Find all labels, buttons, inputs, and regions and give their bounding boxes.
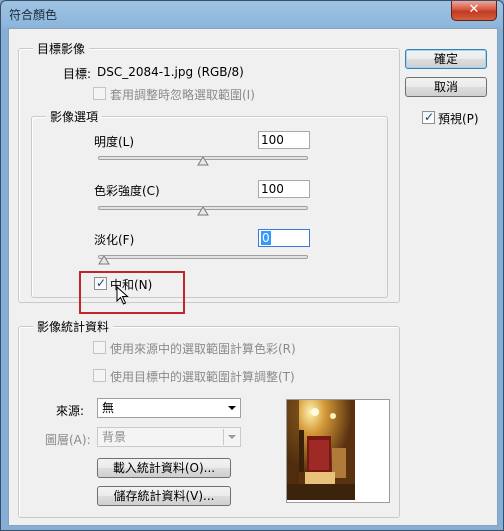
fade-slider-track[interactable] xyxy=(98,255,308,259)
checkmark-icon: ✓ xyxy=(424,110,435,124)
dialog-title: 符合顏色 xyxy=(9,8,58,22)
source-select-value: 無 xyxy=(102,401,115,415)
use-target-selection-label: 使用目標中的選取範圍計算調整(T) xyxy=(110,370,295,384)
preview-checkbox[interactable]: ✓ xyxy=(422,110,435,124)
color-intensity-input[interactable]: 100 xyxy=(258,180,310,198)
layer-label: 圖層(A): xyxy=(45,433,91,447)
ignore-selection-checkbox[interactable] xyxy=(93,87,106,100)
fade-label: 淡化(F) xyxy=(94,233,135,247)
select-divider xyxy=(223,429,224,445)
target-filename: DSC_2084-1.jpg (RGB/8) xyxy=(97,65,244,79)
dialog-body: 目標影像 目標: DSC_2084-1.jpg (RGB/8) 套用調整時忽略選… xyxy=(8,28,498,526)
image-options-group-title: 影像選項 xyxy=(46,108,103,125)
cancel-button[interactable]: 取消 xyxy=(405,77,487,97)
color-intensity-label: 色彩強度(C) xyxy=(94,184,160,198)
fade-input[interactable]: 0 xyxy=(258,229,310,247)
source-label: 來源: xyxy=(56,404,85,418)
luminance-input[interactable]: 100 xyxy=(258,131,310,149)
room-photo xyxy=(287,400,355,500)
load-statistics-button[interactable]: 載入統計資料(O)... xyxy=(97,458,231,478)
ok-button[interactable]: 確定 xyxy=(405,49,487,69)
image-statistics-group-title: 影像統計資料 xyxy=(33,318,114,335)
close-button[interactable]: ✕ xyxy=(451,1,497,21)
chevron-down-icon xyxy=(228,406,236,410)
fade-input-value: 0 xyxy=(261,231,271,245)
match-color-dialog: 符合顏色 ✕ 目標影像 目標: DSC_2084-1.jpg (RGB/8) 套… xyxy=(0,0,504,531)
mouse-cursor-icon xyxy=(116,286,129,305)
layer-select[interactable]: 背景 xyxy=(97,427,241,447)
ignore-selection-label: 套用調整時忽略選取範圍(I) xyxy=(110,88,255,102)
use-source-selection-checkbox[interactable] xyxy=(93,341,106,354)
source-thumbnail xyxy=(286,399,390,503)
annotation-highlight-box xyxy=(79,271,185,314)
save-statistics-button[interactable]: 儲存統計資料(V)... xyxy=(97,486,231,506)
target-image-group-title: 目標影像 xyxy=(33,40,90,57)
preview-label: 預視(P) xyxy=(438,112,479,126)
chevron-down-icon xyxy=(228,435,236,439)
target-label: 目標: xyxy=(63,67,92,81)
luminance-label: 明度(L) xyxy=(94,135,135,149)
layer-select-value: 背景 xyxy=(102,430,127,444)
use-source-selection-label: 使用來源中的選取範圍計算色彩(R) xyxy=(110,342,296,356)
source-select[interactable]: 無 xyxy=(97,398,241,418)
title-bar[interactable]: 符合顏色 ✕ xyxy=(1,1,503,27)
use-target-selection-checkbox[interactable] xyxy=(93,369,106,382)
close-icon: ✕ xyxy=(468,2,480,17)
